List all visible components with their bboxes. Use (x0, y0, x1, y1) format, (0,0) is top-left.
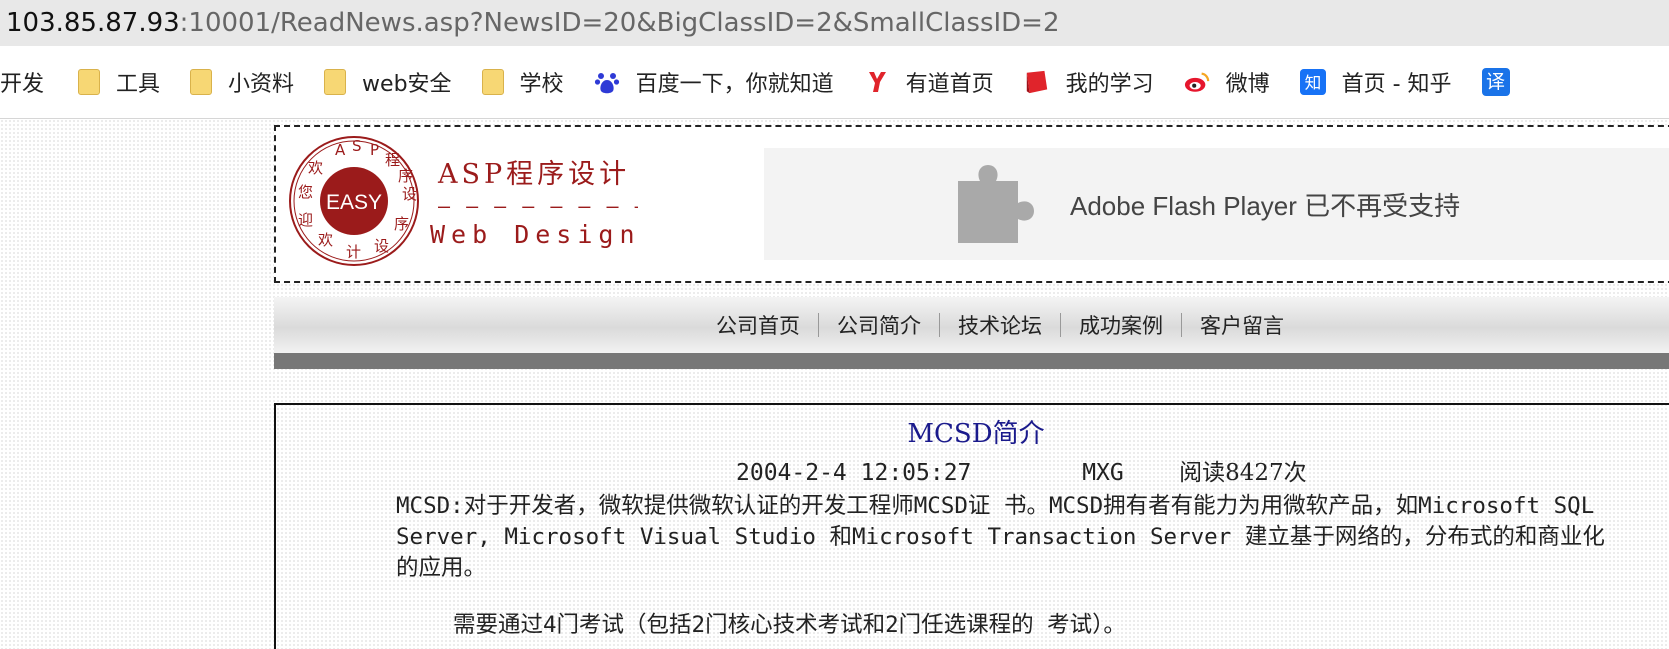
main-nav: 公司首页 公司简介 技术论坛 成功案例 客户留言 (274, 297, 1669, 369)
article-views: 阅读8427次 (1179, 460, 1307, 486)
bookmarks-bar: 开发 工具 小资料 web安全 学校 百度一下，你就知道 有道首页 我的学习 微… (0, 46, 1669, 119)
bookmark-translate[interactable]: 译 (1481, 68, 1510, 96)
nav-separator (1060, 313, 1061, 337)
article-paragraph: MCSD:对于开发者，微软提供微软认证的开发工程师MCSD证 书。MCSD拥有者… (396, 493, 1605, 581)
folder-icon (324, 69, 347, 95)
bookmark-gongju[interactable]: 工具 (78, 66, 160, 98)
bookmark-youdao[interactable]: 有道首页 (864, 66, 994, 98)
baidu-icon (594, 73, 619, 94)
bookmark-label: 微博 (1225, 72, 1270, 97)
bookmark-school[interactable]: 学校 (481, 66, 564, 98)
article-panel: MCSD简介 2004-2-4 12:05:27 MXG 阅读8427次 MCS… (274, 403, 1669, 649)
bookmark-weibo[interactable]: 微博 (1184, 66, 1270, 98)
bookmark-label: 学校 (519, 72, 564, 97)
nav-forum[interactable]: 技术论坛 (958, 310, 1042, 340)
book-icon (1026, 70, 1047, 94)
folder-icon (190, 69, 213, 95)
bookmark-web-security[interactable]: web安全 (324, 66, 452, 98)
puzzle-icon (958, 165, 1034, 243)
site-logo[interactable]: EASY ASP 程序设 序设计 欢迎您 欢 ASP程序设计 — — — — —… (288, 133, 638, 269)
translate-icon: 译 (1481, 68, 1510, 96)
nav-separator (818, 313, 819, 337)
nav-separator (1181, 313, 1182, 337)
weibo-icon (1184, 72, 1209, 92)
article-meta: 2004-2-4 12:05:27 MXG 阅读8427次 (736, 453, 1307, 487)
logo-badge-text: EASY (326, 191, 382, 214)
nav-home[interactable]: 公司首页 (716, 310, 800, 340)
bookmark-my-study[interactable]: 我的学习 (1024, 66, 1154, 98)
url-path: :10001/ReadNews.asp?NewsID=20&BigClassID… (179, 8, 1060, 38)
nav-about[interactable]: 公司简介 (837, 310, 921, 340)
flash-unsupported-text: Adobe Flash Player 已不再受支持 (1070, 190, 1461, 221)
article-date: 2004-2-4 12:05:27 (736, 460, 972, 486)
article-title: MCSD简介 (907, 419, 1045, 449)
nav-guestbook[interactable]: 客户留言 (1200, 310, 1284, 340)
svg-text:— — — — — — — — — —: — — — — — — — — — — (438, 194, 638, 218)
url-host: 103.85.87.93 (6, 8, 180, 38)
zhihu-icon: 知 (1299, 69, 1326, 95)
bookmark-label: 开发 (0, 72, 45, 97)
nav-separator (939, 313, 940, 337)
folder-icon (78, 69, 101, 95)
web-page: EASY ASP 程序设 序设计 欢迎您 欢 ASP程序设计 — — — — —… (0, 119, 1669, 649)
logo-title: ASP程序设计 (437, 159, 630, 190)
bookmark-baidu[interactable]: 百度一下，你就知道 (594, 66, 834, 98)
bookmark-label: web安全 (362, 72, 452, 97)
address-bar[interactable]: 103.85.87.93:10001/ReadNews.asp?NewsID=2… (0, 0, 1669, 46)
bookmark-zhihu[interactable]: 知 首页 - 知乎 (1299, 66, 1452, 98)
svg-text:知: 知 (1304, 73, 1321, 93)
logo-subtitle: Web Design (430, 220, 638, 249)
bookmark-kaifa[interactable]: 开发 (0, 66, 44, 98)
bookmark-label: 工具 (116, 72, 161, 97)
bookmark-label: 我的学习 (1065, 72, 1154, 97)
bookmark-label: 百度一下，你就知道 (635, 72, 834, 97)
article-author: MXG (1082, 460, 1124, 486)
folder-icon (481, 69, 504, 95)
nav-cases[interactable]: 成功案例 (1079, 310, 1163, 340)
article-paragraph: 需要通过4门考试（包括2门核心技术考试和2门任选课程的 考试）。 (453, 612, 1126, 638)
article-body: MCSD:对于开发者，微软提供微软认证的开发工程师MCSD证 书。MCSD拥有者… (396, 491, 1611, 641)
site-header: EASY ASP 程序设 序设计 欢迎您 欢 ASP程序设计 — — — — —… (274, 125, 1669, 283)
bookmark-label: 有道首页 (905, 72, 994, 97)
bookmark-xiaoziliao[interactable]: 小资料 (190, 66, 294, 98)
flash-placeholder: Adobe Flash Player 已不再受支持 (764, 148, 1669, 260)
bookmark-label: 小资料 (228, 72, 295, 97)
youdao-icon (868, 72, 886, 92)
bookmark-label: 首页 - 知乎 (1341, 72, 1452, 97)
